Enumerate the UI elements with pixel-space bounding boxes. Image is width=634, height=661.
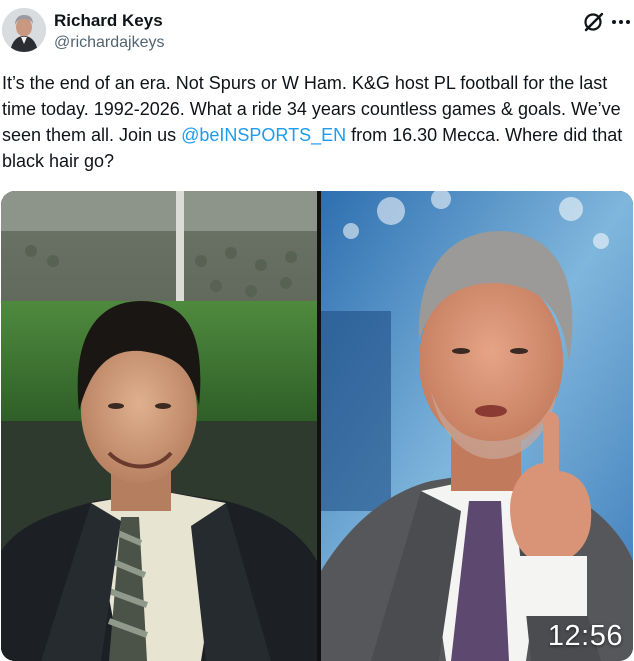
grok-icon[interactable] (582, 10, 606, 34)
author-avatar[interactable] (2, 8, 46, 52)
tweet-text: It’s the end of an era. Not Spurs or W H… (2, 70, 632, 174)
video-timestamp: 12:56 (547, 620, 623, 652)
author-handle[interactable]: @richardajkeys (54, 33, 165, 53)
more-options-icon[interactable] (610, 12, 632, 32)
media-photo-right[interactable] (321, 191, 633, 661)
mention-link[interactable]: @beINSPORTS_EN (181, 125, 346, 145)
author-name[interactable]: Richard Keys (54, 10, 163, 32)
media-photo-left[interactable] (1, 191, 317, 661)
tweet-card: Richard Keys @richardajkeys It’s the end… (0, 0, 634, 661)
tweet-media[interactable]: 12:56 (1, 191, 633, 661)
